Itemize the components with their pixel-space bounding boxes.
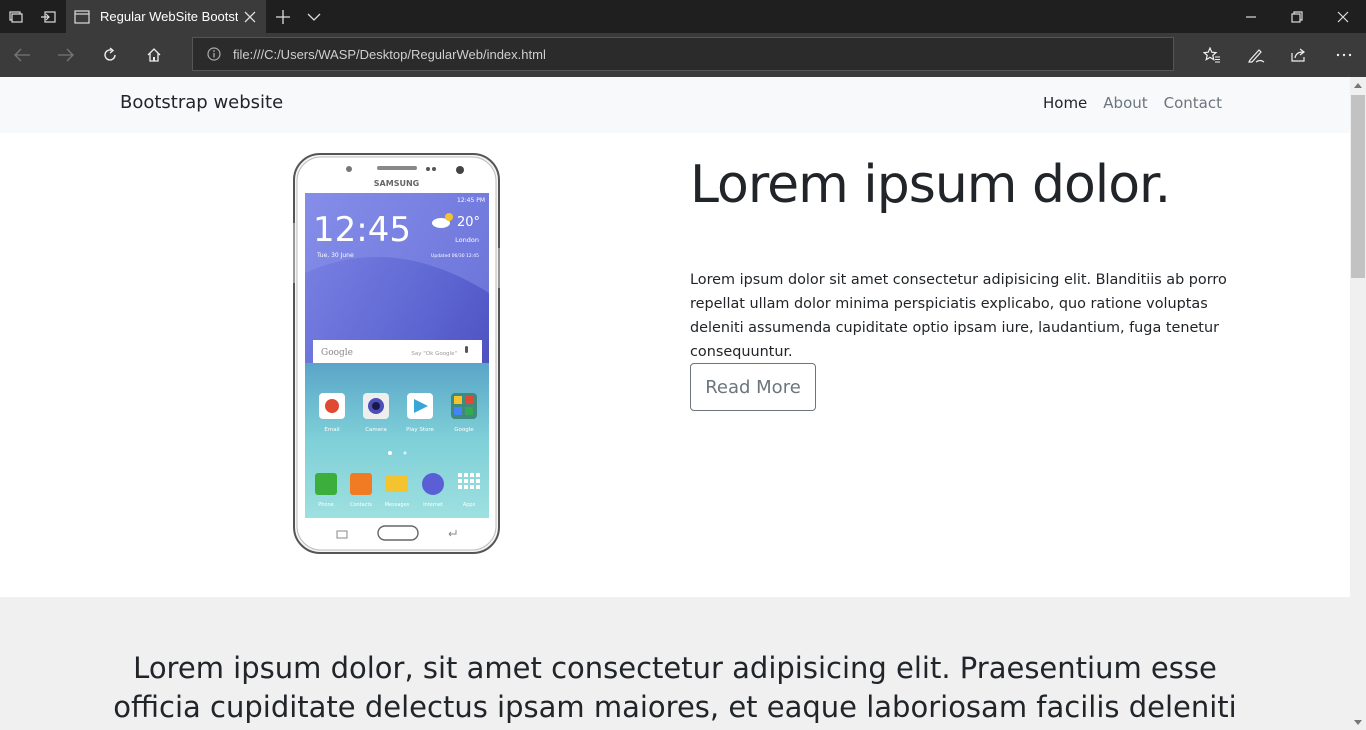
scroll-down-button[interactable]: [1350, 714, 1366, 730]
tab-close-button[interactable]: [238, 5, 262, 29]
app-label-play-store: Play Store: [406, 427, 434, 433]
browser-tab-bar: Regular WebSite Bootst: [0, 0, 1366, 33]
app-label-messages: Messages: [385, 502, 410, 508]
set-aside-tabs-button[interactable]: [32, 0, 64, 33]
nav-link-home[interactable]: Home: [1043, 94, 1087, 112]
lower-section: Lorem ipsum dolor, sit amet consectetur …: [0, 597, 1350, 730]
chevron-down-icon: [307, 13, 321, 21]
phone-clock: 12:45: [313, 210, 411, 250]
arrow-right-icon: [58, 48, 74, 62]
scroll-thumb[interactable]: [1351, 95, 1365, 278]
tab-actions-button[interactable]: [0, 0, 32, 33]
home-icon: [147, 48, 161, 62]
arrow-left-icon: [14, 48, 30, 62]
refresh-button[interactable]: [88, 33, 132, 77]
tab-preview-button[interactable]: [300, 0, 328, 33]
phone-location: London: [455, 236, 479, 244]
share-button[interactable]: [1277, 33, 1321, 77]
url-text: file:///C:/Users/WASP/Desktop/RegularWeb…: [233, 46, 546, 62]
chevron-down-icon: [1354, 719, 1362, 725]
scroll-up-button[interactable]: [1350, 77, 1366, 93]
app-label-email: Email: [324, 427, 340, 433]
phone-brand: SAMSUNG: [374, 179, 419, 188]
app-label-google: Google: [454, 427, 474, 433]
hero-text: Lorem ipsum dolor sit amet consectetur a…: [690, 272, 1227, 360]
app-label-apps: Apps: [463, 502, 476, 508]
window-controls: [1228, 0, 1366, 33]
close-window-button[interactable]: [1320, 0, 1366, 33]
tab-title: Regular WebSite Bootst: [100, 9, 238, 24]
close-icon: [244, 11, 256, 22]
restore-button[interactable]: [1274, 0, 1320, 33]
address-bar[interactable]: file:///C:/Users/WASP/Desktop/RegularWeb…: [192, 37, 1174, 71]
more-button[interactable]: [1322, 33, 1366, 77]
more-icon: [1336, 53, 1352, 57]
hero-title: Lorem ipsum dolor.: [690, 155, 1171, 215]
phone-image: SAMSUNG 12:45 PM 12:45 Tue, 30 June 20° …: [293, 153, 500, 554]
phone-status-time: 12:45 PM: [457, 197, 485, 204]
home-button[interactable]: [132, 33, 176, 77]
lower-section-text: Lorem ipsum dolor, sit amet consectetur …: [113, 651, 1237, 730]
page-viewport: Bootstrap website Home About Contact SAM…: [0, 77, 1350, 730]
read-more-button[interactable]: Read More: [690, 363, 816, 411]
pen-icon: [1248, 49, 1265, 63]
set-aside-icon: [41, 10, 56, 23]
app-label-contacts: Contacts: [350, 502, 372, 508]
nav-link-contact[interactable]: Contact: [1164, 94, 1222, 112]
active-tab[interactable]: Regular WebSite Bootst: [66, 0, 266, 33]
site-navbar: Bootstrap website Home About Contact: [0, 77, 1350, 133]
back-button[interactable]: [0, 33, 44, 77]
plus-icon: [276, 9, 290, 24]
minimize-button[interactable]: [1228, 0, 1274, 33]
phone-date: Tue, 30 June: [316, 252, 354, 259]
nav-link-about[interactable]: About: [1103, 94, 1147, 112]
app-label-internet: Internet: [423, 502, 443, 508]
forward-button[interactable]: [44, 33, 88, 77]
minimize-icon: [1246, 15, 1256, 18]
web-note-button[interactable]: [1234, 33, 1278, 77]
share-icon: [1291, 48, 1305, 62]
tabs-aside-icon: [9, 10, 23, 23]
page-scrollbar[interactable]: [1350, 77, 1366, 730]
favorites-button[interactable]: [1190, 33, 1234, 77]
site-brand[interactable]: Bootstrap website: [120, 92, 283, 113]
app-label-camera: Camera: [365, 427, 387, 433]
chevron-up-icon: [1354, 82, 1362, 88]
site-nav-links: Home About Contact: [1027, 94, 1222, 112]
favorites-icon: [1203, 47, 1220, 63]
close-icon: [1337, 11, 1349, 22]
app-label-phone: Phone: [318, 502, 334, 508]
info-icon: [207, 47, 221, 61]
phone-updated: Updated 06/30 12:45: [431, 253, 479, 259]
phone-voice-hint: Say "Ok Google": [411, 351, 457, 357]
page-icon: [74, 9, 90, 24]
phone-search-placeholder: Google: [321, 348, 353, 358]
browser-toolbar: file:///C:/Users/WASP/Desktop/RegularWeb…: [0, 33, 1366, 77]
phone-temperature: 20°: [457, 215, 480, 230]
restore-icon: [1291, 10, 1303, 23]
new-tab-button[interactable]: [268, 0, 298, 33]
refresh-icon: [104, 47, 116, 61]
